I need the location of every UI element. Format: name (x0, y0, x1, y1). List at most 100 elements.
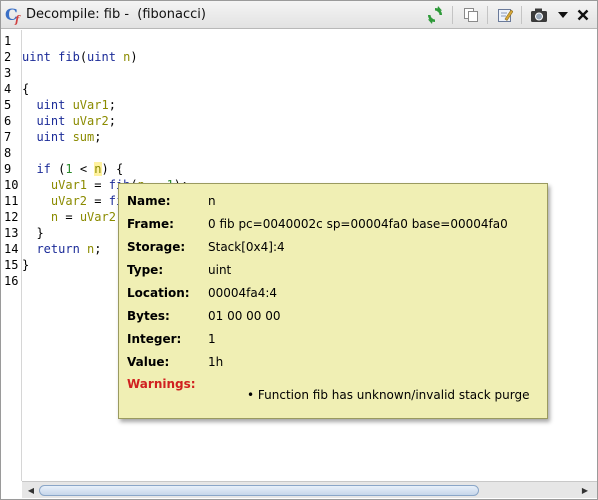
code-token[interactable]: uint (22, 50, 58, 64)
code-token[interactable]: = (87, 178, 109, 192)
code-token[interactable] (22, 194, 51, 208)
toolbar-separator (487, 6, 488, 24)
code-text[interactable]: n = uVar2 (22, 209, 116, 225)
code-token[interactable]: if (36, 162, 58, 176)
popup-field-value: 1 (208, 332, 216, 346)
copy-icon (464, 8, 478, 22)
window-title: Decompile: fib - (fibonacci) (26, 7, 206, 22)
warning-item: • Function fib has unknown/invalid stack… (247, 388, 529, 402)
line-number: 5 (4, 98, 12, 112)
code-token[interactable]: uVar2 (51, 194, 87, 208)
line-number: 1 (4, 34, 12, 48)
horizontal-scrollbar[interactable]: ◀ ▶ (22, 481, 597, 498)
code-token[interactable]: { (22, 82, 29, 96)
code-token[interactable]: fib (58, 50, 80, 64)
popup-field-label: Integer: (127, 332, 182, 346)
line-number: 3 (4, 66, 12, 80)
line-number: 16 (4, 274, 19, 288)
code-text[interactable]: return n; (22, 241, 101, 257)
refresh-button[interactable] (425, 5, 445, 25)
popup-field-label: Storage: (127, 240, 186, 254)
warning-text: Function fib has unknown/invalid stack p… (257, 388, 530, 402)
line-number: 9 (4, 162, 12, 176)
line-number: 6 (4, 114, 12, 128)
code-token[interactable] (22, 114, 36, 128)
line-number: 7 (4, 130, 12, 144)
code-token[interactable]: uVar2 (80, 210, 116, 224)
code-token[interactable] (22, 210, 51, 224)
menu-dropdown-icon (558, 12, 568, 18)
popup-field-label: Bytes: (127, 309, 170, 323)
close-button[interactable] (573, 5, 593, 25)
code-token[interactable] (22, 98, 36, 112)
scrollbar-thumb[interactable] (39, 485, 479, 496)
code-text[interactable]: uint uVar1; (22, 97, 116, 113)
code-token[interactable]: uVar2 (73, 114, 109, 128)
popup-field-label: Name: (127, 194, 171, 208)
line-number: 14 (4, 242, 19, 256)
code-token[interactable]: uVar1 (51, 178, 87, 192)
code-token[interactable]: n (94, 162, 102, 176)
line-number: 11 (4, 194, 19, 208)
code-token[interactable]: ; (94, 130, 101, 144)
popup-field-label: Value: (127, 355, 170, 369)
code-token[interactable]: ; (109, 98, 116, 112)
code-token[interactable]: ; (94, 242, 101, 256)
code-text[interactable]: uint sum; (22, 129, 101, 145)
code-token[interactable]: uint (87, 50, 123, 64)
code-token[interactable]: ) (130, 50, 137, 64)
decompile-window: Cf Decompile: fib - (fibonacci) 1 2 uint… (0, 0, 598, 500)
code-token[interactable]: uint (36, 98, 72, 112)
code-text[interactable]: { (22, 81, 29, 97)
line-number: 2 (4, 50, 12, 64)
popup-field-label: Frame: (127, 217, 174, 231)
code-text[interactable]: } (22, 257, 29, 273)
snapshot-button[interactable] (529, 5, 549, 25)
code-token[interactable] (22, 178, 51, 192)
code-token[interactable]: = (87, 194, 109, 208)
code-token[interactable]: ) { (102, 162, 124, 176)
menu-dropdown-button[interactable] (553, 5, 573, 25)
code-text[interactable]: if (1 < n) { (22, 161, 123, 177)
code-token[interactable]: sum (73, 130, 95, 144)
scroll-right-arrow[interactable]: ▶ (578, 484, 592, 497)
line-number: 10 (4, 178, 19, 192)
warnings-label: Warnings: (127, 377, 196, 391)
edit-icon (498, 9, 513, 22)
close-icon (577, 9, 589, 21)
code-token[interactable]: ; (109, 114, 116, 128)
code-token[interactable]: 1 (65, 162, 72, 176)
code-token[interactable]: return (36, 242, 87, 256)
code-token[interactable] (22, 130, 36, 144)
title-bar: Cf Decompile: fib - (fibonacci) (1, 1, 597, 29)
code-token[interactable]: uVar1 (73, 98, 109, 112)
decompile-icon: Cf (5, 5, 20, 27)
toolbar-separator (521, 6, 522, 24)
line-number: 8 (4, 146, 12, 160)
code-token[interactable]: } (22, 258, 29, 272)
code-token[interactable]: = (58, 210, 80, 224)
line-number: 4 (4, 82, 12, 96)
code-token[interactable]: < (73, 162, 95, 176)
edit-button[interactable] (495, 5, 515, 25)
code-text[interactable]: uint uVar2; (22, 113, 116, 129)
code-token[interactable]: } (22, 226, 43, 240)
popup-field-value: uint (208, 263, 232, 277)
code-token[interactable] (22, 242, 36, 256)
popup-field-value: 1h (208, 355, 224, 369)
copy-button[interactable] (461, 5, 481, 25)
line-number: 13 (4, 226, 19, 240)
line-number: 12 (4, 210, 19, 224)
code-text[interactable]: uVar2 = fi (22, 193, 123, 209)
refresh-icon (428, 6, 442, 24)
code-token[interactable]: uint (36, 114, 72, 128)
line-number: 15 (4, 258, 19, 272)
code-token[interactable]: uint (36, 130, 72, 144)
toolbar-separator (452, 6, 453, 24)
code-token[interactable]: ( (80, 50, 87, 64)
scroll-left-arrow[interactable]: ◀ (24, 484, 38, 497)
code-text[interactable]: uint fib(uint n) (22, 49, 138, 65)
variable-hover-popup: Name: n Frame: 0 fib pc=0040002c sp=00004fa… (118, 183, 548, 419)
code-text[interactable]: } (22, 225, 43, 241)
code-token[interactable] (22, 162, 36, 176)
